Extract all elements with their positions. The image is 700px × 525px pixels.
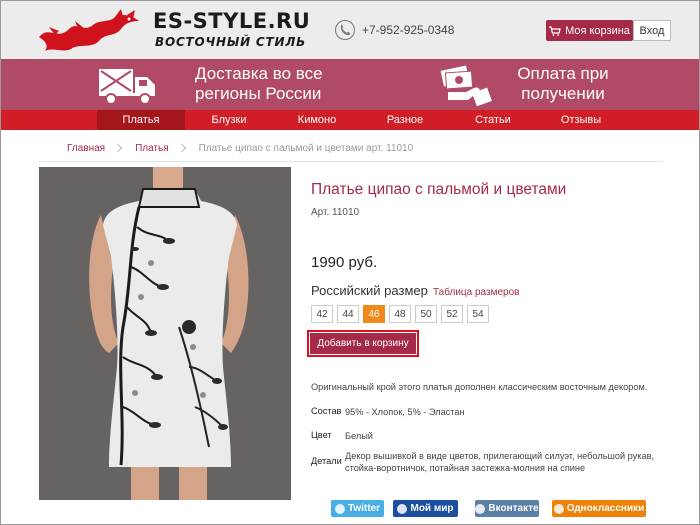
logo-title[interactable]: ES-STYLE.RU (153, 9, 310, 33)
cart-icon (549, 25, 561, 36)
mymir-label: Мой мир (410, 503, 454, 514)
breadcrumb: Главная Платья Платье ципао с пальмой и … (39, 140, 663, 156)
nav-item-blouses[interactable]: Блузки (185, 110, 273, 130)
payment-banner-text: Оплата при получении (513, 64, 613, 104)
details-line-1: Декор вышивкой в виде цветов, прилегающи… (345, 451, 655, 461)
nav-item-misc[interactable]: Разное (361, 110, 449, 130)
payment-line-1: Оплата при (517, 64, 609, 83)
size-option-50[interactable]: 50 (415, 305, 437, 323)
size-option-52[interactable]: 52 (441, 305, 463, 323)
product-price: 1990 руб. (311, 254, 378, 271)
details-line-2: стойка-воротничок, потайная застежка-мол… (345, 463, 586, 473)
delivery-line-2: регионы России (195, 84, 322, 103)
size-label: Российский размер (311, 283, 428, 298)
share-vk-button[interactable]: Вконтакте (475, 500, 539, 517)
breadcrumb-category[interactable]: Платья (135, 143, 169, 154)
twitter-label: Twitter (347, 503, 381, 514)
product-article: Арт. 11010 (311, 207, 360, 218)
share-ok-button[interactable]: Одноклассники (552, 500, 646, 517)
promo-banner: Доставка во все регионы России Оплата пр… (1, 59, 699, 110)
vk-icon (475, 503, 486, 514)
share-twitter-button[interactable]: Twitter (331, 500, 384, 517)
size-selector: 42 44 46 48 50 52 54 (311, 305, 489, 323)
color-value: Белый (345, 431, 373, 441)
odnoklassniki-icon (553, 503, 564, 514)
vk-label: Вконтакте (488, 503, 539, 514)
delivery-truck-icon (99, 69, 155, 105)
delivery-line-1: Доставка во все (195, 64, 323, 83)
size-option-54[interactable]: 54 (467, 305, 489, 323)
size-option-42[interactable]: 42 (311, 305, 333, 323)
my-cart-button[interactable]: Моя корзина (546, 20, 633, 41)
phone-icon (335, 20, 355, 40)
details-label: Детали (311, 456, 342, 466)
breadcrumb-divider (39, 161, 663, 162)
size-option-44[interactable]: 44 (337, 305, 359, 323)
dragon-logo-icon[interactable] (35, 7, 145, 55)
mymir-icon (397, 503, 408, 514)
details-value: Декор вышивкой в виде цветов, прилегающи… (345, 450, 654, 474)
nav-item-kimono[interactable]: Кимоно (273, 110, 361, 130)
product-description: Оригинальный крой этого платья дополнен … (311, 382, 648, 392)
main-nav: Платья Блузки Кимоно Разное Статьи Отзыв… (1, 110, 699, 130)
share-mymir-button[interactable]: Мой мир (393, 500, 458, 517)
login-button[interactable]: Вход (633, 20, 671, 41)
phone-number[interactable]: +7-952-925-0348 (362, 23, 454, 37)
site-header: ES-STYLE.RU ВОСТОЧНЫЙ СТИЛЬ +7-952-925-0… (1, 1, 699, 59)
twitter-icon (334, 503, 345, 514)
size-table-link[interactable]: Таблица размеров (433, 287, 519, 298)
composition-label: Состав (311, 406, 342, 416)
color-label: Цвет (311, 430, 332, 440)
payment-line-2: получении (521, 84, 605, 103)
nav-item-reviews[interactable]: Отзывы (537, 110, 625, 130)
my-cart-label: Моя корзина (565, 24, 630, 37)
product-photo[interactable] (39, 167, 291, 500)
composition-value: 95% - Хлопок, 5% - Эластан (345, 407, 465, 417)
breadcrumb-separator-icon (177, 143, 186, 153)
size-option-48[interactable]: 48 (389, 305, 411, 323)
ok-label: Одноклассники (566, 503, 645, 514)
breadcrumb-separator-icon (113, 143, 123, 153)
size-option-46[interactable]: 46 (363, 305, 385, 323)
nav-item-dresses[interactable]: Платья (97, 110, 185, 130)
logo-subtitle: ВОСТОЧНЫЙ СТИЛЬ (155, 35, 307, 49)
breadcrumb-home[interactable]: Главная (67, 143, 105, 154)
product-title: Платье ципао с пальмой и цветами (311, 181, 567, 198)
nav-item-articles[interactable]: Статьи (449, 110, 537, 130)
breadcrumb-current: Платье ципао с пальмой и цветами арт. 11… (198, 142, 414, 154)
add-to-cart-button[interactable]: Добавить в корзину (310, 333, 416, 354)
money-hand-icon (440, 65, 492, 106)
delivery-banner-text: Доставка во все регионы России (195, 64, 323, 104)
